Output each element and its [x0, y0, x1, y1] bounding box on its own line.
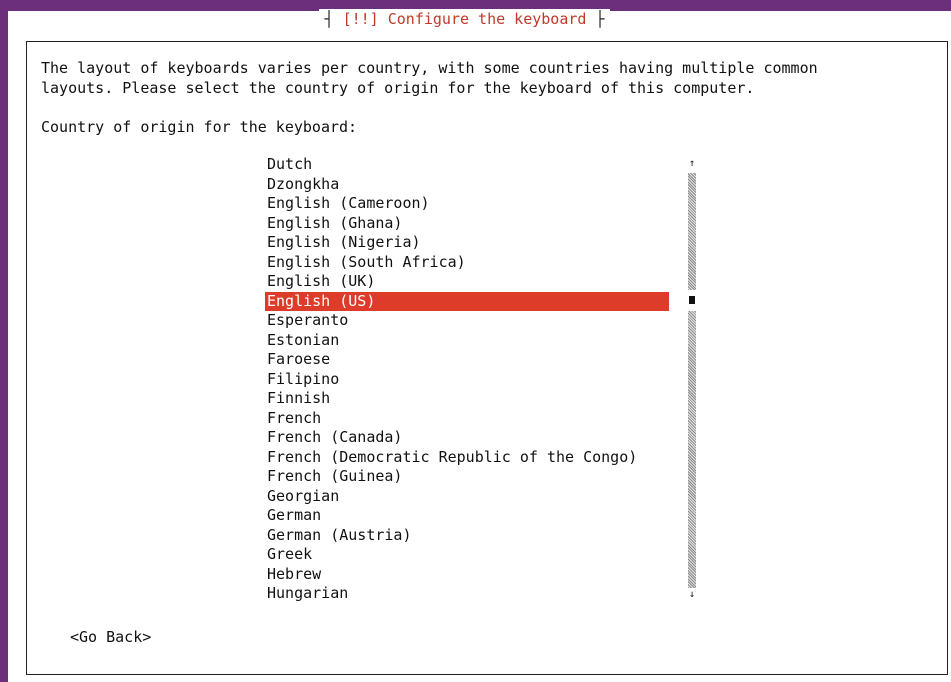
list-item[interactable]: Dutch — [265, 155, 669, 175]
list-item[interactable]: English (Nigeria) — [265, 233, 669, 253]
scroll-up-arrow-icon[interactable]: ↑ — [686, 158, 698, 170]
scrollbar-track-lower[interactable] — [688, 311, 696, 588]
scrollbar-thumb[interactable] — [689, 296, 695, 304]
list-item[interactable]: English (Cameroon) — [265, 194, 669, 214]
list-item[interactable]: French (Guinea) — [265, 467, 669, 487]
description-line-2: layouts. Please select the country of or… — [41, 79, 755, 97]
list-item[interactable]: English (UK) — [265, 272, 669, 292]
scrollbar-track-upper[interactable] — [688, 173, 696, 290]
scroll-down-arrow-icon[interactable]: ↓ — [686, 589, 698, 601]
list-item[interactable]: English (South Africa) — [265, 253, 669, 273]
list-item[interactable]: Estonian — [265, 331, 669, 351]
list-item[interactable]: Hungarian — [265, 584, 669, 604]
list-item[interactable]: German — [265, 506, 669, 526]
list-item[interactable]: Filipino — [265, 370, 669, 390]
list-item[interactable]: French (Democratic Republic of the Congo… — [265, 448, 669, 468]
list-item[interactable]: Georgian — [265, 487, 669, 507]
list-item[interactable]: English (Ghana) — [265, 214, 669, 234]
list-item[interactable]: German (Austria) — [265, 526, 669, 546]
list-item[interactable]: French (Canada) — [265, 428, 669, 448]
list-item[interactable]: English (US) — [265, 291, 669, 311]
country-list[interactable]: Dutch Dzongkha English (Cameroon) English (… — [265, 155, 669, 604]
go-back-button[interactable]: <Go Back> — [70, 627, 151, 647]
dialog-description: The layout of keyboards varies per count… — [41, 58, 818, 98]
list-item[interactable]: Hebrew — [265, 565, 669, 585]
list-item[interactable]: Dzongkha — [265, 175, 669, 195]
keyboard-country-prompt: Country of origin for the keyboard: — [41, 118, 358, 136]
list-item[interactable]: Faroese — [265, 350, 669, 370]
list-item[interactable]: Esperanto — [265, 311, 669, 331]
list-item[interactable]: Greek — [265, 545, 669, 565]
window-frame-left — [0, 0, 8, 682]
list-item[interactable]: French — [265, 409, 669, 429]
description-line-1: The layout of keyboards varies per count… — [41, 59, 818, 77]
window-frame-top — [0, 0, 951, 11]
list-item[interactable]: Finnish — [265, 389, 669, 409]
